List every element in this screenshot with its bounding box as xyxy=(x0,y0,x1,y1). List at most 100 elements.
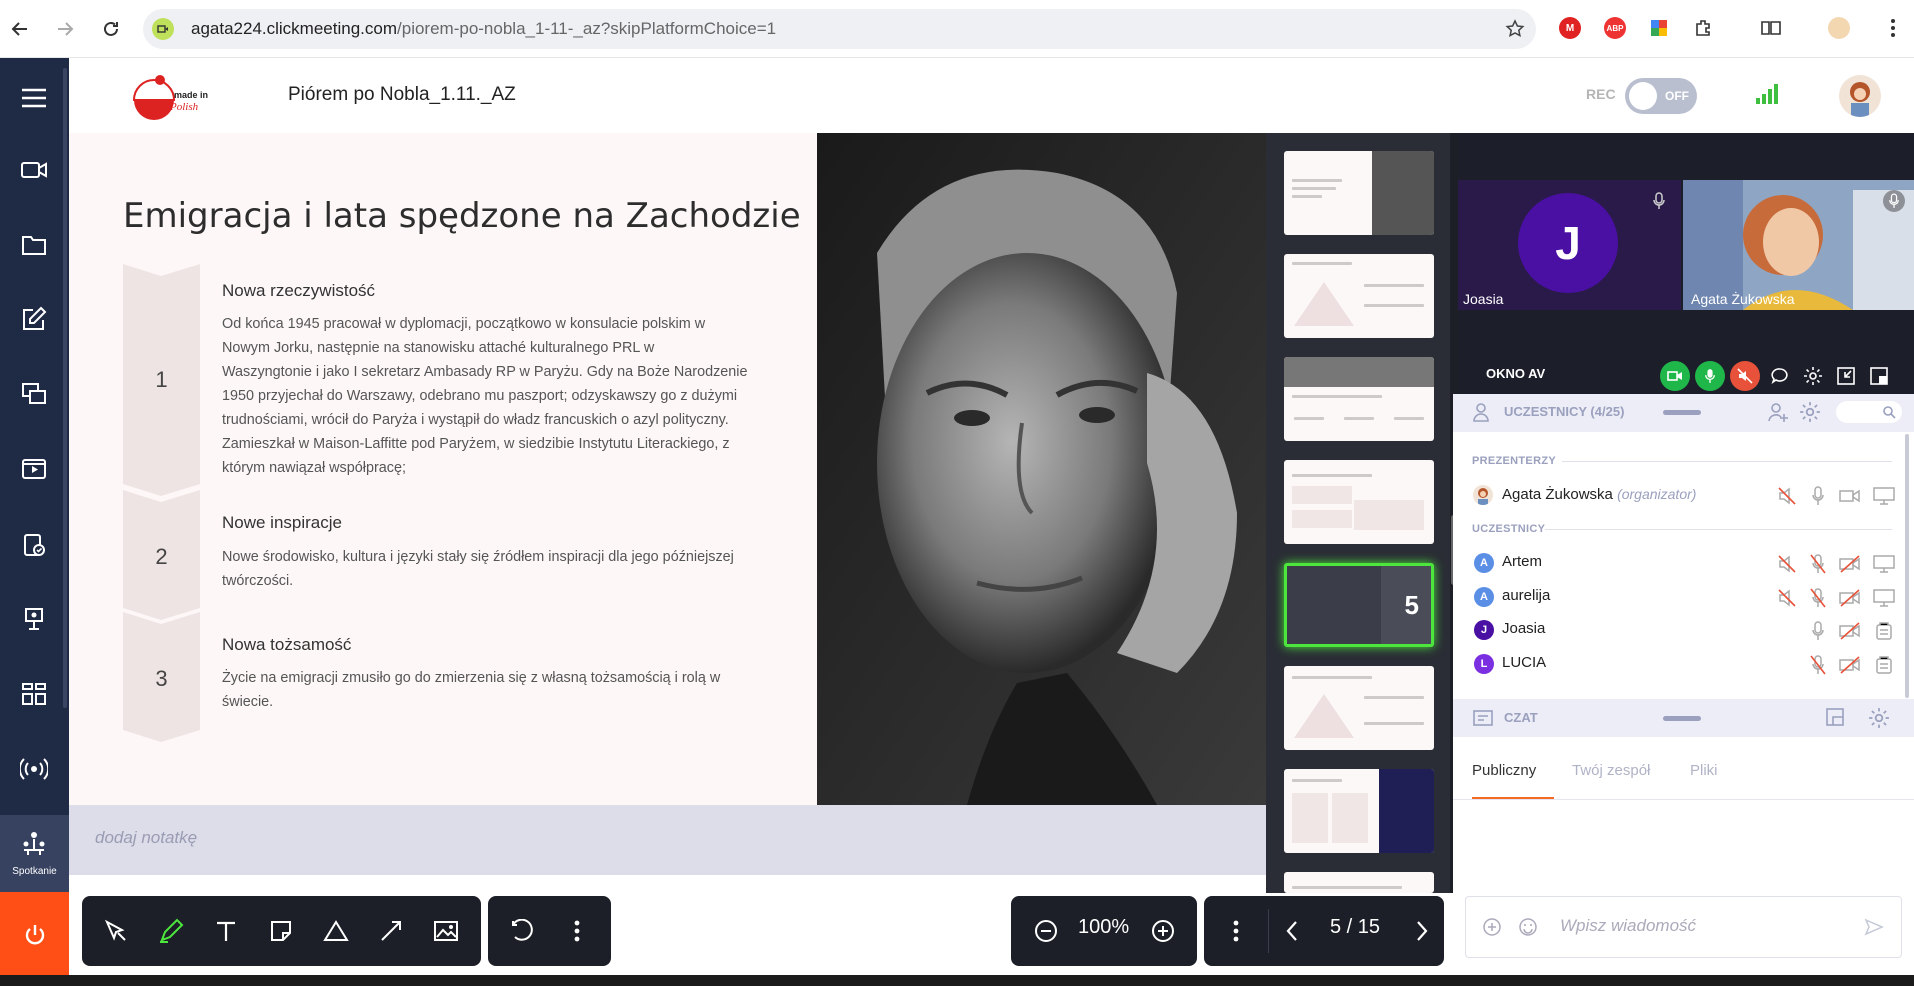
meeting-icon[interactable] xyxy=(13,822,55,864)
forward-arrow-icon[interactable] xyxy=(47,11,83,47)
bookmark-star-icon[interactable] xyxy=(1505,19,1525,39)
broadcast-icon[interactable] xyxy=(13,748,55,790)
folder-icon[interactable] xyxy=(13,224,55,266)
clipboard-check-icon[interactable] xyxy=(13,523,55,565)
camera-off-icon[interactable] xyxy=(1838,552,1862,576)
panel-resize-handle[interactable] xyxy=(1663,716,1701,721)
hamburger-menu-icon[interactable] xyxy=(13,77,55,119)
line-tool-icon[interactable] xyxy=(369,909,413,953)
speaker-muted-icon[interactable] xyxy=(1775,586,1799,610)
speaker-muted-icon[interactable] xyxy=(1775,552,1799,576)
participant-search-input[interactable] xyxy=(1836,401,1902,423)
pen-tool-icon[interactable] xyxy=(149,909,193,953)
recording-toggle[interactable]: OFF xyxy=(1625,78,1697,114)
camera-toggle-button[interactable] xyxy=(1660,361,1690,391)
zoom-in-icon[interactable] xyxy=(1141,909,1185,953)
slide-thumbnail[interactable] xyxy=(1284,151,1434,235)
chat-bubble-icon[interactable] xyxy=(1765,361,1795,391)
tab-files[interactable]: Pliki xyxy=(1690,762,1718,779)
slide-thumbnail[interactable] xyxy=(1284,769,1434,853)
connection-signal-icon[interactable] xyxy=(1755,83,1781,105)
slide-thumbnail[interactable] xyxy=(1284,254,1434,338)
phone-icon[interactable] xyxy=(1872,653,1896,677)
microphone-toggle-button[interactable] xyxy=(1695,361,1725,391)
sidebar-scrollbar[interactable] xyxy=(63,68,67,708)
slide-thumbnail-current[interactable]: 5 xyxy=(1284,563,1434,647)
more-options-icon[interactable] xyxy=(555,909,599,953)
undo-icon[interactable] xyxy=(500,909,544,953)
video-player-icon[interactable] xyxy=(13,448,55,490)
participant-name[interactable]: Artem xyxy=(1502,553,1542,570)
screen-icon[interactable] xyxy=(1872,586,1896,610)
slide-thumbnail[interactable] xyxy=(1284,872,1434,893)
screen-icon[interactable] xyxy=(1872,484,1896,508)
slide-thumbnail[interactable] xyxy=(1284,357,1434,441)
edit-document-icon[interactable] xyxy=(13,298,55,340)
image-tool-icon[interactable] xyxy=(424,909,468,953)
site-info-icon[interactable] xyxy=(152,18,174,40)
tab-public[interactable]: Publiczny xyxy=(1472,762,1536,779)
speaker-muted-icon[interactable] xyxy=(1775,484,1799,508)
participant-name[interactable]: Agata Żukowska (organizator) xyxy=(1502,486,1696,503)
camera-off-icon[interactable] xyxy=(1838,586,1862,610)
screen-icon[interactable] xyxy=(1872,552,1896,576)
extension-m-icon[interactable]: M xyxy=(1559,17,1581,39)
panel-resize-handle[interactable] xyxy=(1663,410,1701,415)
popout-window-icon[interactable] xyxy=(1864,361,1894,391)
add-note-placeholder[interactable]: dodaj notatkę xyxy=(95,828,197,848)
more-options-icon[interactable] xyxy=(1214,909,1258,953)
microphone-icon[interactable] xyxy=(1806,484,1830,508)
add-attachment-icon[interactable] xyxy=(1482,917,1502,937)
microphone-muted-icon[interactable] xyxy=(1806,552,1830,576)
microphone-muted-icon[interactable] xyxy=(1806,653,1830,677)
speaker-muted-button[interactable] xyxy=(1730,361,1760,391)
address-bar[interactable]: agata224.clickmeeting.com/piorem-po-nobl… xyxy=(143,9,1536,49)
rec-label: REC xyxy=(1586,86,1616,102)
next-slide-icon[interactable] xyxy=(1400,909,1444,953)
microphone-icon[interactable] xyxy=(1806,619,1830,643)
google-extension-icon[interactable] xyxy=(1648,17,1670,39)
settings-gear-icon[interactable] xyxy=(1868,707,1890,729)
sticky-note-icon[interactable] xyxy=(259,909,303,953)
participants-scrollbar[interactable] xyxy=(1905,434,1909,698)
camera-icon[interactable] xyxy=(13,149,55,191)
user-avatar[interactable] xyxy=(1839,75,1881,117)
phone-icon[interactable] xyxy=(1872,619,1896,643)
add-participant-icon[interactable] xyxy=(1767,401,1789,423)
participant-name[interactable]: aurelija xyxy=(1502,587,1550,604)
send-icon[interactable] xyxy=(1864,917,1884,937)
screen-share-icon[interactable] xyxy=(13,373,55,415)
back-arrow-icon[interactable] xyxy=(2,11,38,47)
reload-icon[interactable] xyxy=(93,11,129,47)
leave-meeting-button[interactable] xyxy=(0,892,69,978)
minimize-window-icon[interactable] xyxy=(1831,361,1861,391)
browser-menu-icon[interactable] xyxy=(1890,18,1896,38)
participant-name[interactable]: Joasia xyxy=(1502,620,1545,637)
minimize-window-icon[interactable] xyxy=(1825,707,1845,727)
microphone-muted-icon[interactable] xyxy=(1806,586,1830,610)
reading-list-icon[interactable] xyxy=(1760,17,1782,39)
extensions-puzzle-icon[interactable] xyxy=(1692,17,1714,39)
pointer-tool-icon[interactable] xyxy=(94,909,138,953)
chat-title: CZAT xyxy=(1504,710,1538,725)
camera-icon[interactable] xyxy=(1838,484,1862,508)
profile-avatar-icon[interactable] xyxy=(1828,17,1850,39)
room-title: Piórem po Nobla_1.11._AZ xyxy=(288,84,516,105)
camera-off-icon[interactable] xyxy=(1838,653,1862,677)
settings-gear-icon[interactable] xyxy=(1799,401,1821,423)
adblock-extension-icon[interactable]: ABP xyxy=(1604,17,1626,39)
participant-name[interactable]: LUCIA xyxy=(1502,654,1546,671)
emoji-icon[interactable] xyxy=(1518,917,1538,937)
settings-gear-icon[interactable] xyxy=(1798,361,1828,391)
slide-thumbnail[interactable] xyxy=(1284,666,1434,750)
camera-off-icon[interactable] xyxy=(1838,619,1862,643)
tab-team[interactable]: Twój zespół xyxy=(1572,762,1650,779)
slide-thumbnail[interactable] xyxy=(1284,460,1434,544)
text-tool-icon[interactable] xyxy=(204,909,248,953)
zoom-out-icon[interactable] xyxy=(1024,909,1068,953)
shape-tool-icon[interactable] xyxy=(314,909,358,953)
apps-grid-icon[interactable] xyxy=(13,673,55,715)
previous-slide-icon[interactable] xyxy=(1270,909,1314,953)
whiteboard-icon[interactable] xyxy=(13,598,55,640)
notes-bar[interactable] xyxy=(69,805,1266,875)
